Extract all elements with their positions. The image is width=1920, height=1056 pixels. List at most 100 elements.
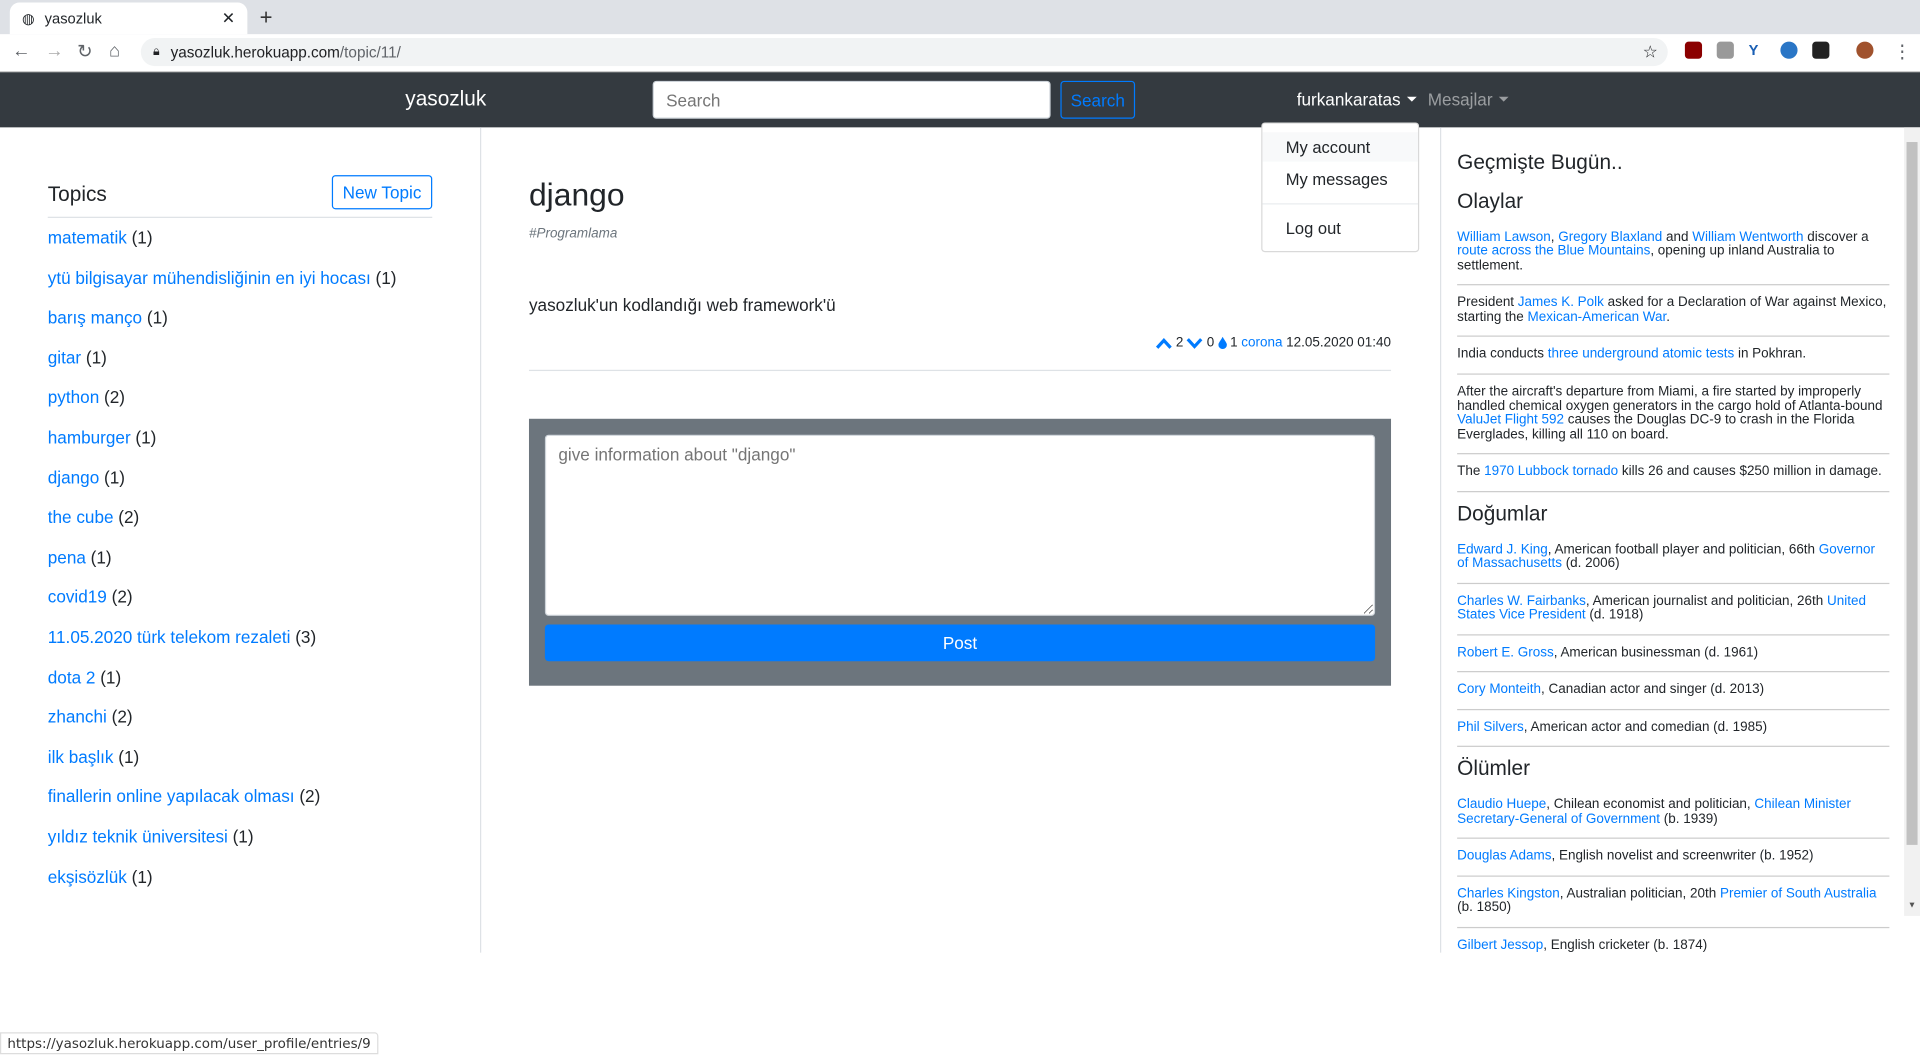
topic-link[interactable]: python — [48, 387, 99, 407]
topic-link[interactable]: dota 2 — [48, 667, 96, 687]
home-icon[interactable]: ⌂ — [109, 40, 120, 61]
menu-item-my-account[interactable]: My account — [1262, 132, 1418, 162]
upvote-icon[interactable] — [1156, 337, 1173, 349]
search-input[interactable] — [652, 80, 1051, 119]
wiki-link[interactable]: ValuJet Flight 592 — [1457, 413, 1564, 428]
wiki-link[interactable]: Gregory Blaxland — [1558, 230, 1662, 245]
topic-count: (1) — [100, 666, 122, 687]
bookmark-star-icon[interactable]: ☆ — [1643, 42, 1658, 63]
topic-link[interactable]: 11.05.2020 türk telekom rezaleti — [48, 627, 291, 647]
new-tab-icon[interactable]: + — [260, 5, 273, 31]
event-text: The — [1457, 464, 1485, 479]
history-section-heading: Doğumlar — [1457, 501, 1548, 525]
topic-link[interactable]: barış manço — [48, 308, 142, 328]
event-text: in Pokhran. — [1734, 347, 1807, 362]
wiki-link[interactable]: Cory Monteith — [1457, 682, 1541, 697]
topic-list-item: finallerin online yapılacak olması (2) — [48, 787, 321, 807]
scroll-down-arrow-icon[interactable]: ▼ — [1908, 901, 1916, 910]
topic-count: (1) — [135, 427, 157, 447]
wiki-link[interactable]: Claudio Huepe — [1457, 797, 1546, 812]
topic-count: (1) — [90, 547, 112, 567]
history-event: Douglas Adams, English novelist and scre… — [1457, 849, 1890, 877]
wiki-link[interactable]: Charles W. Fairbanks — [1457, 593, 1586, 608]
wiki-link[interactable]: Gilbert Jessop — [1457, 938, 1543, 953]
wiki-link[interactable]: Edward J. King — [1457, 542, 1548, 557]
topic-link[interactable]: hamburger — [48, 427, 131, 447]
menu-item-my-messages[interactable]: My messages — [1262, 164, 1418, 193]
wiki-link[interactable]: Robert E. Gross — [1457, 645, 1554, 660]
downvote-icon[interactable] — [1187, 337, 1203, 349]
close-tab-icon[interactable]: ✕ — [222, 9, 235, 29]
topic-link[interactable]: ilk başlık — [48, 747, 114, 767]
event-text: , Canadian actor and singer (d. 2013) — [1541, 682, 1765, 698]
topic-link[interactable]: yıldız teknik üniversitesi — [48, 827, 228, 847]
post-button[interactable]: Post — [544, 624, 1376, 662]
topic-link[interactable]: ekşisözlük — [48, 866, 127, 886]
topic-link[interactable]: covid19 — [48, 587, 107, 607]
search-button[interactable]: Search — [1060, 80, 1136, 119]
history-event: Robert E. Gross, American businessman (d… — [1457, 645, 1890, 673]
entry-textarea[interactable] — [544, 434, 1376, 616]
forward-icon[interactable]: → — [45, 40, 63, 61]
event-text: President — [1457, 295, 1518, 311]
messages-dropdown-toggle[interactable]: Mesajlar — [1428, 89, 1509, 109]
ublock-extension-icon[interactable] — [1684, 41, 1703, 59]
profile-avatar[interactable] — [1856, 41, 1874, 59]
wiki-link[interactable]: Phil Silvers — [1457, 720, 1524, 735]
history-event: Gilbert Jessop, English cricketer (b. 18… — [1457, 938, 1889, 953]
drop-icon[interactable] — [1217, 336, 1227, 349]
wiki-link[interactable]: 1970 Lubbock tornado — [1484, 464, 1618, 479]
wiki-link[interactable]: Premier of South Australia — [1720, 886, 1876, 901]
topic-link[interactable]: pena — [48, 547, 86, 567]
topic-list-item: pena (1) — [48, 547, 112, 567]
topic-list-item: dota 2 (1) — [48, 667, 121, 687]
topic-link[interactable]: ytü bilgisayar mühendisliğinin en iyi ho… — [48, 268, 371, 288]
wiki-link[interactable]: William Wentworth — [1692, 230, 1803, 245]
event-text: (b. 1939) — [1660, 811, 1718, 827]
scrollbar-thumb[interactable] — [1906, 142, 1918, 845]
topic-link[interactable]: the cube — [48, 507, 114, 527]
topic-list-item: covid19 (2) — [48, 587, 133, 607]
topic-link[interactable]: django — [48, 467, 99, 487]
extension-incognito-icon[interactable] — [1812, 41, 1830, 59]
topic-list-item: ytü bilgisayar mühendisliğinin en iyi ho… — [48, 268, 397, 288]
wiki-link[interactable]: James K. Polk — [1518, 296, 1604, 311]
topic-count: (1) — [131, 866, 153, 887]
history-event: Cory Monteith, Canadian actor and singer… — [1457, 682, 1890, 710]
event-text: and — [1662, 229, 1693, 245]
wiki-link[interactable]: William Lawson — [1457, 230, 1551, 245]
username: furkankaratas — [1296, 89, 1401, 109]
user-dropdown-toggle[interactable]: furkankaratas — [1297, 89, 1417, 109]
wiki-link[interactable]: Douglas Adams — [1457, 849, 1551, 864]
address-toolbar: ← → ↻ ⌂ 🔒︎ yasozluk.herokuapp.com/topic/… — [0, 34, 1920, 73]
topic-link[interactable]: matematik — [48, 228, 127, 248]
entry-form: Post — [528, 418, 1392, 686]
entry-author-link[interactable]: corona — [1241, 336, 1282, 351]
back-icon[interactable]: ← — [12, 40, 30, 61]
new-topic-button[interactable]: New Topic — [331, 175, 433, 210]
topic-link[interactable]: finallerin online yapılacak olması — [48, 787, 295, 807]
topic-count: (1) — [131, 227, 153, 248]
wiki-link[interactable]: three underground atomic tests — [1548, 347, 1734, 362]
extension-moon-icon[interactable] — [1780, 41, 1798, 59]
topic-category-tag[interactable]: #Programlama — [529, 227, 617, 242]
topic-link[interactable]: gitar — [48, 348, 81, 368]
menu-item-log-out[interactable]: Log out — [1262, 213, 1418, 242]
reload-icon[interactable]: ↻ — [77, 40, 92, 63]
wiki-link[interactable]: route across the Blue Mountains — [1457, 244, 1650, 259]
browser-tab[interactable]: ◍ yasozluk ✕ — [9, 2, 248, 35]
extension-icon[interactable] — [1716, 41, 1734, 59]
wiki-link[interactable]: Charles Kingston — [1457, 886, 1560, 901]
caret-down-icon — [1406, 96, 1417, 102]
menu-kebab-icon[interactable]: ⋮ — [1893, 40, 1911, 63]
event-text: After the aircraft's departure from Miam… — [1457, 384, 1883, 414]
url-bar[interactable]: 🔒︎ yasozluk.herokuapp.com/topic/11/ ☆ — [140, 37, 1668, 67]
extension-y-icon[interactable]: Y — [1748, 41, 1766, 59]
topic-list-item: matematik (1) — [48, 228, 153, 248]
brand-link[interactable]: yasozluk — [405, 87, 486, 111]
wiki-link[interactable]: Mexican-American War — [1528, 310, 1667, 325]
topics-sidebar: Topics New Topic matematik (1) ytü bilgis… — [0, 127, 482, 953]
scrollbar[interactable]: ▼ — [1904, 127, 1920, 916]
topic-link[interactable]: zhanchi — [48, 707, 107, 727]
topic-list-item: barış manço (1) — [48, 308, 168, 328]
